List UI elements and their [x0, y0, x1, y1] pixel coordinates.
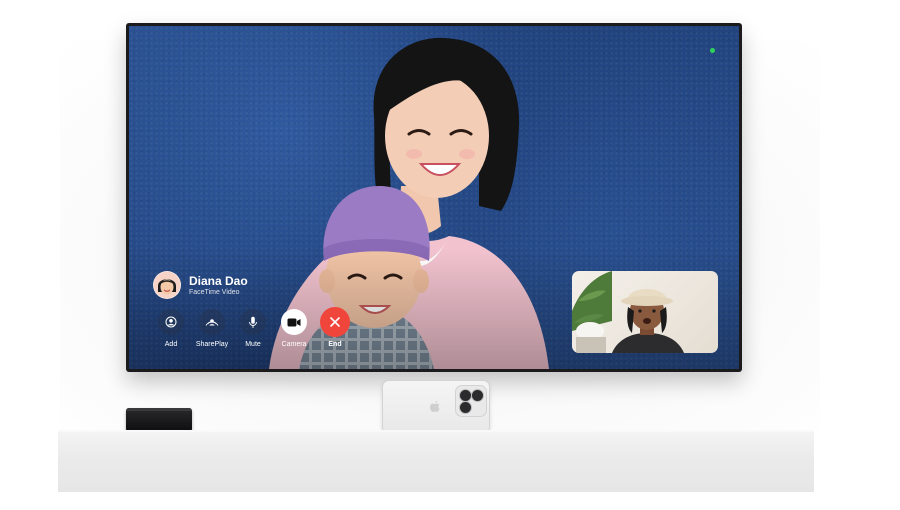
microphone-icon: [249, 316, 257, 328]
camera-label: Camera: [281, 341, 307, 348]
camera-lens-icon: [459, 401, 472, 414]
apple-tv-device: [126, 408, 192, 432]
caller-info: Diana Dao FaceTime Video: [153, 271, 248, 299]
video-camera-icon: [287, 318, 301, 326]
camera-indicator-dot: [710, 48, 715, 53]
tv-frame: Diana Dao FaceTime Video Add SharePlay M…: [126, 23, 742, 372]
camera-button[interactable]: Camera: [274, 309, 314, 348]
self-view-pip[interactable]: [572, 271, 718, 353]
caller-avatar: [153, 271, 181, 299]
shareplay-button[interactable]: SharePlay: [192, 309, 232, 348]
camera-lens-icon: [471, 389, 484, 402]
apple-logo-icon: [430, 400, 440, 412]
end-call-button[interactable]: End: [315, 307, 355, 348]
shelf: [58, 432, 814, 492]
memoji-icon: [154, 272, 180, 298]
iphone-device: [382, 380, 490, 434]
end-label: End: [328, 341, 342, 348]
add-label: Add: [164, 341, 178, 348]
caller-name: Diana Dao: [189, 273, 248, 288]
camera-bump: [455, 385, 487, 417]
add-button[interactable]: Add: [151, 309, 191, 348]
shareplay-label: SharePlay: [195, 341, 229, 348]
shareplay-icon: [205, 319, 219, 326]
apple-tv-top: [126, 408, 192, 411]
call-type-label: FaceTime Video: [189, 288, 240, 296]
mute-label: Mute: [245, 341, 261, 348]
person-add-icon: [165, 316, 177, 328]
facetime-screen: Diana Dao FaceTime Video Add SharePlay M…: [129, 26, 739, 369]
mute-button[interactable]: Mute: [233, 309, 273, 348]
self-view-video: [572, 271, 684, 353]
close-icon: [330, 317, 340, 327]
